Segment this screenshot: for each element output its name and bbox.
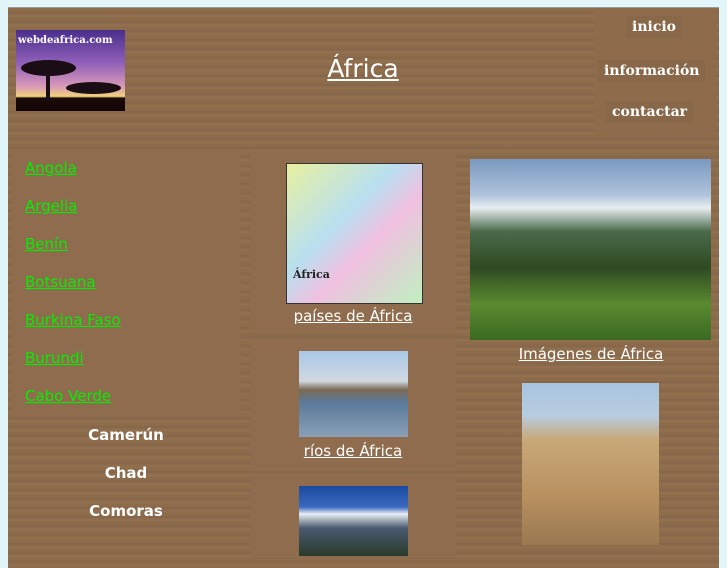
nav-contactar[interactable]: contactar — [606, 101, 694, 123]
country-item[interactable]: Camerún — [11, 426, 241, 444]
nav-informacion[interactable]: información — [598, 60, 706, 82]
country-link[interactable]: Angola — [25, 159, 77, 177]
page-title[interactable]: África — [300, 54, 426, 83]
country-item[interactable]: Comoras — [11, 502, 241, 520]
images-caption[interactable]: Imágenes de África — [466, 345, 716, 363]
logo-text: webdeafrica.com — [18, 35, 113, 46]
mountain-card — [250, 478, 456, 558]
map-card: África países de África — [250, 152, 456, 330]
country-list: Angola Argelia Benín Botsuana Burkina Fa… — [11, 150, 241, 417]
country-link[interactable]: Botsuana — [25, 273, 96, 291]
country-link[interactable]: Burkina Faso — [25, 311, 121, 329]
country-item[interactable]: Chad — [11, 464, 241, 482]
country-link[interactable]: Argelia — [25, 197, 77, 215]
logo-trees — [66, 82, 121, 94]
site-logo[interactable]: webdeafrica.com — [16, 30, 125, 111]
pyramid-image[interactable] — [522, 383, 659, 545]
map-label: África — [293, 268, 330, 281]
map-caption[interactable]: países de África — [250, 307, 456, 325]
logo-trunk — [46, 70, 50, 100]
mountain-image[interactable] — [299, 486, 408, 556]
country-link[interactable]: Burundi — [25, 349, 84, 367]
elephants-image[interactable] — [470, 159, 711, 340]
country-link[interactable]: Cabo Verde — [25, 387, 111, 405]
country-link[interactable]: Benín — [25, 235, 68, 253]
nav-inicio[interactable]: inicio — [626, 16, 682, 38]
rivers-card: ríos de África — [250, 340, 456, 471]
africa-map-image[interactable]: África — [286, 163, 423, 304]
rivers-caption[interactable]: ríos de África — [250, 442, 456, 460]
rivers-image[interactable] — [299, 351, 408, 437]
top-nav: inicio información contactar — [594, 8, 716, 135]
